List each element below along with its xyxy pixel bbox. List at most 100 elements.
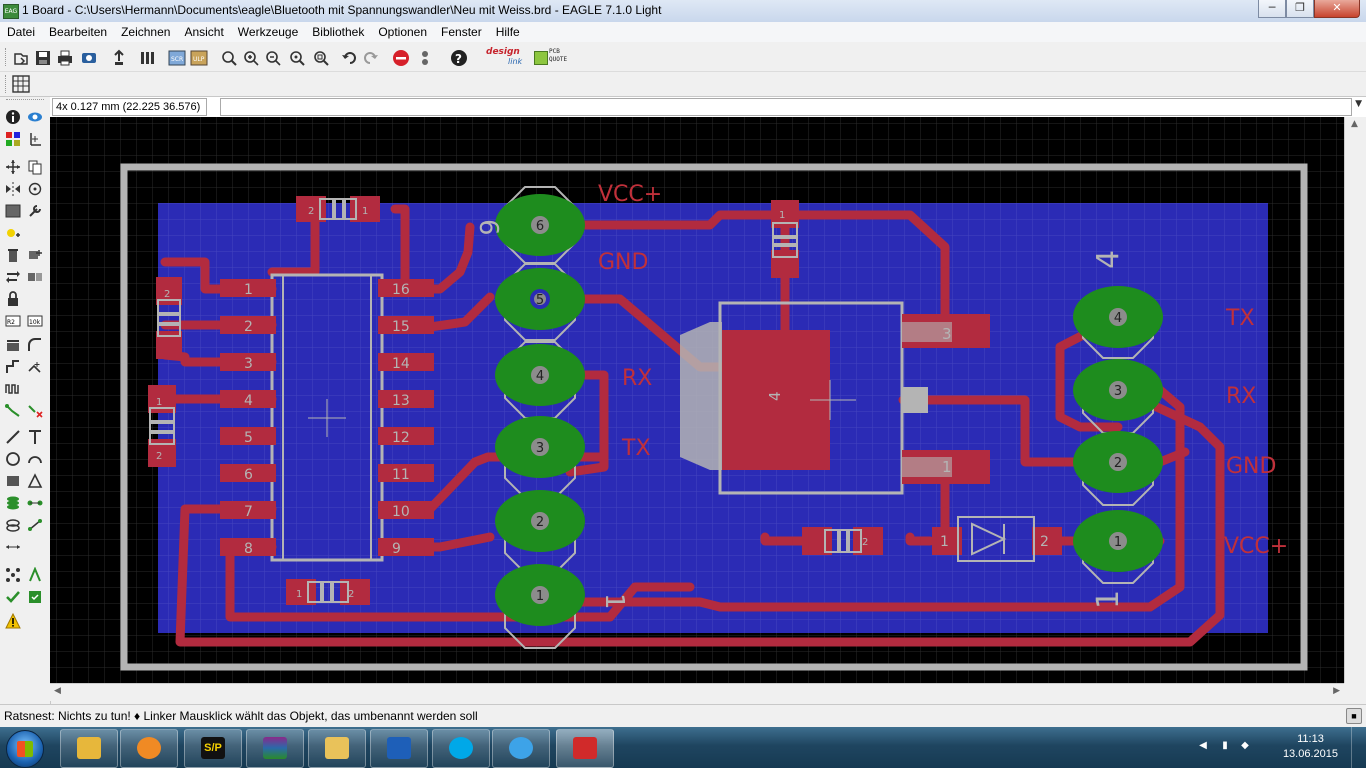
menu-bearbeiten[interactable]: Bearbeiten: [42, 22, 114, 42]
board-upload-icon[interactable]: [110, 49, 128, 67]
miter-icon[interactable]: [27, 337, 43, 353]
maximize-button[interactable]: ❐: [1286, 0, 1314, 18]
mark-icon[interactable]: [27, 131, 43, 147]
pcbquote-logo[interactable]: PCB QUOTE: [534, 47, 574, 69]
warning-icon[interactable]: [5, 612, 21, 629]
tray-expand-icon[interactable]: ◀: [1196, 740, 1210, 754]
scroll-up-icon[interactable]: ▲: [1351, 119, 1358, 129]
info-icon[interactable]: [5, 109, 21, 125]
move-icon[interactable]: [5, 159, 21, 175]
lock-icon[interactable]: [5, 291, 21, 307]
autorouter-icon[interactable]: [27, 566, 43, 583]
stop-command-icon[interactable]: ■: [1346, 708, 1362, 724]
show-icon[interactable]: [27, 109, 43, 125]
paste-icon[interactable]: [5, 225, 21, 241]
replace-icon[interactable]: [27, 269, 43, 285]
taskbar-app-explorer[interactable]: [308, 729, 366, 768]
close-button[interactable]: ✕: [1314, 0, 1360, 18]
hole-icon[interactable]: [5, 517, 21, 533]
taskbar-app-internet-explorer[interactable]: [492, 729, 550, 768]
value-icon[interactable]: 10k: [27, 313, 43, 329]
zoom-in-icon[interactable]: [242, 49, 260, 67]
drc-icon[interactable]: [5, 589, 21, 605]
zoom-select-icon[interactable]: [312, 49, 330, 67]
route-icon[interactable]: [5, 403, 21, 419]
go-icon[interactable]: [416, 49, 434, 67]
change-icon[interactable]: [27, 203, 43, 219]
minimize-button[interactable]: ─: [1258, 0, 1286, 18]
designlink-logo[interactable]: design link: [484, 47, 530, 69]
command-input[interactable]: [220, 98, 1352, 116]
start-button[interactable]: [6, 730, 44, 768]
ratsnest-icon[interactable]: [5, 567, 21, 583]
undo-icon[interactable]: [340, 49, 358, 67]
wire-icon[interactable]: [5, 429, 21, 445]
toolbar-gripper[interactable]: [5, 48, 8, 66]
vertical-scrollbar[interactable]: ▲: [1344, 117, 1366, 683]
via-icon[interactable]: [5, 495, 21, 511]
add-icon[interactable]: [27, 247, 43, 263]
redo-icon[interactable]: [362, 49, 380, 67]
ulp-icon[interactable]: ULP: [190, 49, 208, 67]
menu-hilfe[interactable]: Hilfe: [489, 22, 527, 42]
zoom-out-icon[interactable]: [264, 49, 282, 67]
rectangle-icon[interactable]: [5, 473, 21, 489]
zoom-fit-icon[interactable]: [220, 49, 238, 67]
network-icon[interactable]: ▮: [1218, 740, 1232, 754]
menu-fenster[interactable]: Fenster: [434, 22, 489, 42]
taskbar-app-outlook[interactable]: [60, 729, 118, 768]
taskbar-app-eagle[interactable]: [556, 729, 614, 768]
schematic-switch-icon[interactable]: [138, 49, 156, 67]
circle-icon[interactable]: [5, 451, 21, 467]
text-icon[interactable]: [27, 429, 43, 445]
group-icon[interactable]: [5, 203, 21, 219]
display-layers-icon[interactable]: [5, 131, 21, 147]
command-history-dropdown-icon[interactable]: ▼: [1355, 99, 1362, 109]
help-icon[interactable]: ?: [450, 49, 468, 67]
menu-optionen[interactable]: Optionen: [371, 22, 434, 42]
print-icon[interactable]: [56, 49, 74, 67]
save-icon[interactable]: [34, 49, 52, 67]
mirror-icon[interactable]: [5, 181, 21, 197]
signal-icon[interactable]: [27, 495, 43, 511]
dimension-icon[interactable]: [5, 539, 21, 555]
menu-bibliothek[interactable]: Bibliothek: [305, 22, 371, 42]
horizontal-scrollbar[interactable]: ◀ ▶: [50, 683, 1344, 701]
taskbar-app-winrar[interactable]: [246, 729, 304, 768]
clock[interactable]: 11:13 13.06.2015: [1283, 732, 1338, 762]
attribute-icon[interactable]: [27, 517, 43, 533]
menu-zeichnen[interactable]: Zeichnen: [114, 22, 177, 42]
toolbar-gripper[interactable]: [5, 75, 8, 93]
taskbar-app-skype[interactable]: [432, 729, 490, 768]
arc-icon[interactable]: [27, 451, 43, 467]
cam-processor-icon[interactable]: [80, 49, 98, 67]
polygon-icon[interactable]: [27, 473, 43, 489]
smash-icon[interactable]: [5, 337, 21, 353]
script-icon[interactable]: SCR: [168, 49, 186, 67]
scroll-left-icon[interactable]: ◀: [54, 686, 61, 696]
menu-werkzeuge[interactable]: Werkzeuge: [231, 22, 305, 42]
menu-datei[interactable]: Datei: [0, 22, 42, 42]
grid-icon[interactable]: [12, 75, 30, 93]
split-icon[interactable]: [5, 359, 21, 375]
show-desktop-button[interactable]: [1351, 727, 1366, 768]
ripup-icon[interactable]: [27, 403, 43, 419]
taskbar-app-email[interactable]: [370, 729, 428, 768]
taskbar-app-media-player[interactable]: [120, 729, 178, 768]
menu-ansicht[interactable]: Ansicht: [177, 22, 230, 42]
open-icon[interactable]: [12, 49, 30, 67]
stop-icon[interactable]: [392, 49, 410, 67]
name-icon[interactable]: R2: [5, 313, 21, 329]
taskbar-app-sp[interactable]: S/P: [184, 729, 242, 768]
scroll-right-icon[interactable]: ▶: [1333, 686, 1340, 696]
delete-icon[interactable]: [5, 247, 21, 263]
volume-icon[interactable]: ◆: [1238, 740, 1252, 754]
palette-gripper[interactable]: [6, 99, 44, 102]
copy-icon[interactable]: [27, 159, 43, 175]
errors-icon[interactable]: [27, 589, 43, 605]
optimize-icon[interactable]: [27, 359, 43, 375]
meander-icon[interactable]: [5, 381, 21, 397]
rotate-icon[interactable]: [27, 181, 43, 197]
board-canvas[interactable]: 1 2 3 4 5 6 7 8 16 15 14 13 12 11 10 9 2…: [50, 117, 1344, 683]
zoom-redraw-icon[interactable]: [288, 49, 306, 67]
